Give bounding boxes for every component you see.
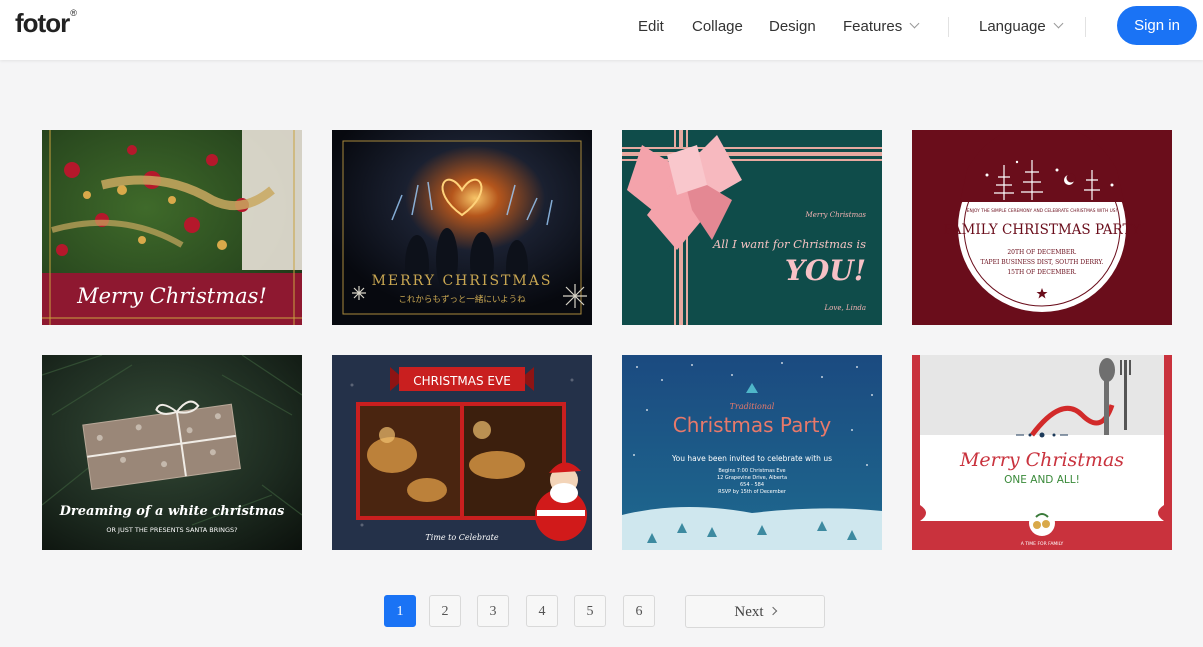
card-date: 20TH OF DECEMBER. bbox=[1007, 249, 1076, 256]
card-big: YOU! bbox=[785, 254, 866, 287]
gift-artwork: Dreaming of a white christmas OR JUST TH… bbox=[42, 355, 302, 550]
card-title: MERRY CHRISTMAS bbox=[372, 273, 553, 289]
page-button-6[interactable]: 6 bbox=[623, 595, 655, 627]
card-small: Merry Christmas bbox=[805, 211, 867, 219]
card-detail-3: 654 - 584 bbox=[740, 482, 764, 488]
card-subtitle: ONE AND ALL! bbox=[1004, 474, 1080, 486]
bow-artwork: Merry Christmas All I want for Christmas… bbox=[622, 130, 882, 325]
template-card-family-party[interactable]: ENJOY THE SIMPLE CEREMONY AND CELEBRATE … bbox=[912, 130, 1172, 325]
card-invite: You have been invited to celebrate with … bbox=[671, 454, 832, 463]
template-card-all-i-want[interactable]: Merry Christmas All I want for Christmas… bbox=[622, 130, 882, 325]
nav-divider bbox=[1085, 17, 1086, 37]
sparkler-artwork: MERRY CHRISTMAS これからもずっと一緒にいようね bbox=[332, 130, 592, 325]
nav-divider bbox=[948, 17, 949, 37]
nav-language[interactable]: Language bbox=[979, 18, 1064, 35]
card-top: ENJOY THE SIMPLE CEREMONY AND CELEBRATE … bbox=[967, 208, 1118, 214]
template-card-christmas-party[interactable]: Traditional Christmas Party You have bee… bbox=[622, 355, 882, 550]
template-card-one-and-all[interactable]: Merry Christmas ONE AND ALL! A TIME FOR … bbox=[912, 355, 1172, 550]
page-button-4[interactable]: 4 bbox=[526, 595, 558, 627]
card-footer: Time to Celebrate bbox=[425, 533, 498, 542]
next-label: Next bbox=[734, 604, 764, 620]
fotor-logo[interactable]: fotor® bbox=[15, 8, 77, 39]
card-caption: Dreaming of a white christmas bbox=[59, 504, 285, 519]
card-caption: Merry Christmas! bbox=[76, 284, 267, 308]
template-card-merry-christmas-tree[interactable]: Merry Christmas! bbox=[42, 130, 302, 325]
chevron-down-icon bbox=[1053, 18, 1064, 29]
card-subtitle: これからもずっと一緒にいようね bbox=[398, 294, 526, 305]
next-page-button[interactable]: Next bbox=[685, 595, 825, 628]
cutlery-artwork: Merry Christmas ONE AND ALL! A TIME FOR … bbox=[912, 355, 1172, 550]
tree-artwork: Merry Christmas! bbox=[42, 130, 302, 325]
card-subtitle: OR JUST THE PRESENTS SANTA BRINGS? bbox=[106, 526, 237, 534]
template-card-merry-christmas-sparklers[interactable]: MERRY CHRISTMAS これからもずっと一緒にいようね bbox=[332, 130, 592, 325]
card-title: Christmas Party bbox=[673, 413, 832, 437]
card-sign: Love, Linda bbox=[824, 304, 866, 312]
card-rsvp: 15TH OF DECEMBER. bbox=[1007, 269, 1076, 276]
card-detail-2: 12 Grapevine Drive, Alberta bbox=[717, 475, 787, 481]
page-button-3[interactable]: 3 bbox=[477, 595, 509, 627]
nav-features[interactable]: Features bbox=[843, 18, 920, 35]
page-button-1[interactable]: 1 bbox=[384, 595, 416, 627]
card-line: All I want for Christmas is bbox=[712, 237, 866, 251]
card-title: Merry Christmas bbox=[959, 449, 1124, 471]
template-card-christmas-eve[interactable]: CHRISTMAS EVE Time to Celebrate bbox=[332, 355, 592, 550]
card-small: Traditional bbox=[730, 402, 775, 411]
nav-design[interactable]: Design bbox=[769, 18, 816, 35]
card-title: FAMILY CHRISTMAS PARTY bbox=[944, 222, 1142, 238]
nav-features-label: Features bbox=[843, 18, 903, 35]
nav-collage[interactable]: Collage bbox=[692, 18, 743, 35]
christmas-eve-artwork: CHRISTMAS EVE Time to Celebrate bbox=[332, 355, 592, 550]
card-address: TAPEI BUSINESS DIST, SOUTH DERRY. bbox=[981, 259, 1104, 266]
page-button-5[interactable]: 5 bbox=[574, 595, 606, 627]
party-artwork: Traditional Christmas Party You have bee… bbox=[622, 355, 882, 550]
template-card-white-christmas[interactable]: Dreaming of a white christmas OR JUST TH… bbox=[42, 355, 302, 550]
nav-edit[interactable]: Edit bbox=[638, 18, 664, 35]
card-banner: CHRISTMAS EVE bbox=[413, 374, 511, 388]
chevron-right-icon bbox=[768, 606, 777, 616]
sign-in-button[interactable]: Sign in bbox=[1117, 6, 1197, 45]
card-detail-4: RSVP by 15th of December bbox=[718, 489, 787, 495]
page-button-2[interactable]: 2 bbox=[429, 595, 461, 627]
card-detail-1: Begins 7:00 Christmas Eve bbox=[718, 468, 785, 474]
card-footer: A TIME FOR FAMILY bbox=[1021, 541, 1064, 547]
family-party-artwork: ENJOY THE SIMPLE CEREMONY AND CELEBRATE … bbox=[912, 130, 1172, 325]
top-header: fotor® Edit Collage Design Features Lang… bbox=[0, 0, 1203, 60]
chevron-down-icon bbox=[909, 18, 920, 29]
nav-language-label: Language bbox=[979, 18, 1046, 35]
